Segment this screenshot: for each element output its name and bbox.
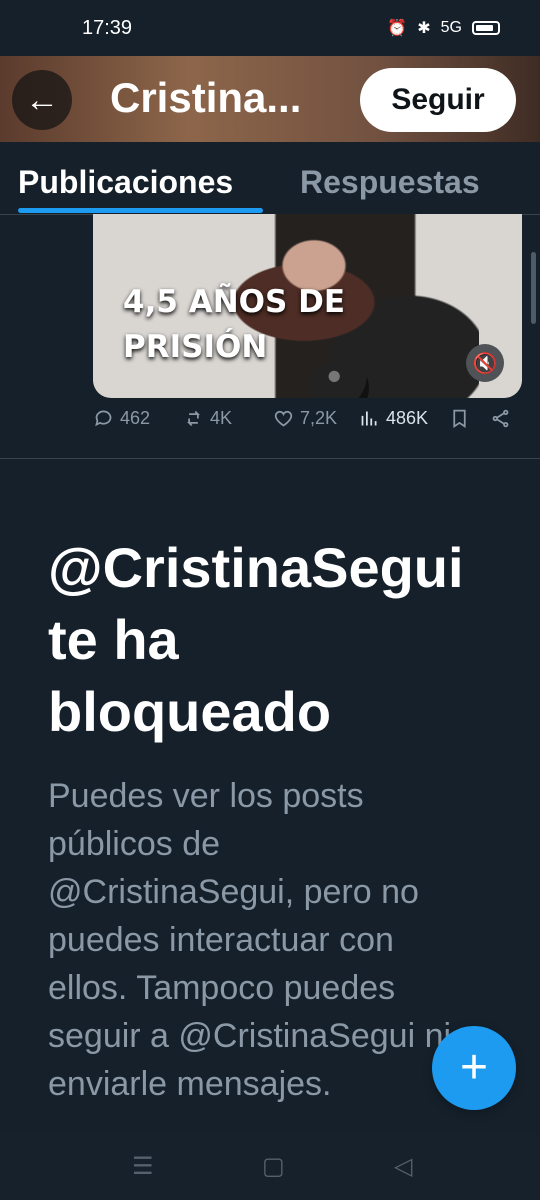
- post-video[interactable]: 4,5 AÑOS DE PRISIÓN 🔇: [93, 214, 522, 398]
- bluetooth-icon: ✱: [417, 20, 431, 37]
- reply-icon: [95, 410, 112, 427]
- view-count: 486K: [386, 408, 429, 428]
- recent-apps-icon[interactable]: ☰: [132, 1152, 154, 1181]
- heart-icon: [274, 410, 293, 427]
- battery-icon: [472, 21, 500, 35]
- compose-button[interactable]: +: [432, 1026, 516, 1110]
- post-divider: [0, 458, 540, 459]
- plus-icon: +: [459, 1041, 489, 1094]
- muted-speaker-icon: 🔇: [472, 352, 498, 375]
- mute-button[interactable]: 🔇: [466, 344, 504, 382]
- views-bars-icon: [361, 411, 377, 426]
- bookmark-icon: [453, 409, 466, 429]
- signal-5g-icon: 5G: [440, 19, 462, 36]
- blocked-description: Puedes ver los posts públicos de @Cristi…: [48, 777, 452, 1103]
- blocked-title: @CristinaSegui te ha bloqueado: [48, 536, 464, 743]
- reply-count: 462: [120, 408, 151, 428]
- video-caption: 4,5 AÑOS DE PRISIÓN: [123, 284, 346, 365]
- scrollbar[interactable]: [531, 252, 536, 324]
- repost-action[interactable]: 4K: [183, 408, 232, 429]
- home-icon[interactable]: ▢: [262, 1152, 285, 1181]
- alarm-icon: ⏰: [387, 20, 408, 37]
- tab-respuestas[interactable]: Respuestas: [300, 164, 480, 201]
- profile-header: ← Cristina... Seguir: [0, 56, 540, 142]
- profile-tabs: Publicaciones Respuestas: [0, 142, 540, 215]
- share-icon: [492, 409, 509, 428]
- follow-button[interactable]: Seguir: [360, 68, 516, 132]
- bookmark-action[interactable]: [449, 408, 470, 429]
- like-count: 7,2K: [300, 408, 338, 428]
- reply-action[interactable]: 462: [93, 408, 150, 429]
- status-icons: ⏰ ✱ 5G: [387, 18, 500, 38]
- status-bar: 17:39 ⏰ ✱ 5G: [0, 0, 540, 56]
- profile-name: Cristina...: [110, 74, 302, 121]
- back-button[interactable]: ←: [12, 70, 72, 130]
- repost-icon: [187, 410, 200, 427]
- active-tab-indicator: [18, 208, 263, 213]
- arrow-left-icon: ←: [25, 81, 59, 119]
- share-action[interactable]: [490, 408, 511, 429]
- system-navigation: ☰ ▢ ◁: [0, 1134, 540, 1200]
- views-action[interactable]: 486K: [359, 408, 428, 429]
- back-triangle-icon[interactable]: ◁: [394, 1152, 412, 1181]
- like-action[interactable]: 7,2K: [273, 408, 337, 429]
- status-time: 17:39: [82, 16, 133, 39]
- tab-publicaciones[interactable]: Publicaciones: [18, 164, 233, 201]
- repost-count: 4K: [210, 408, 233, 428]
- post-actions: 462 4K 7,2K 486K: [93, 408, 523, 442]
